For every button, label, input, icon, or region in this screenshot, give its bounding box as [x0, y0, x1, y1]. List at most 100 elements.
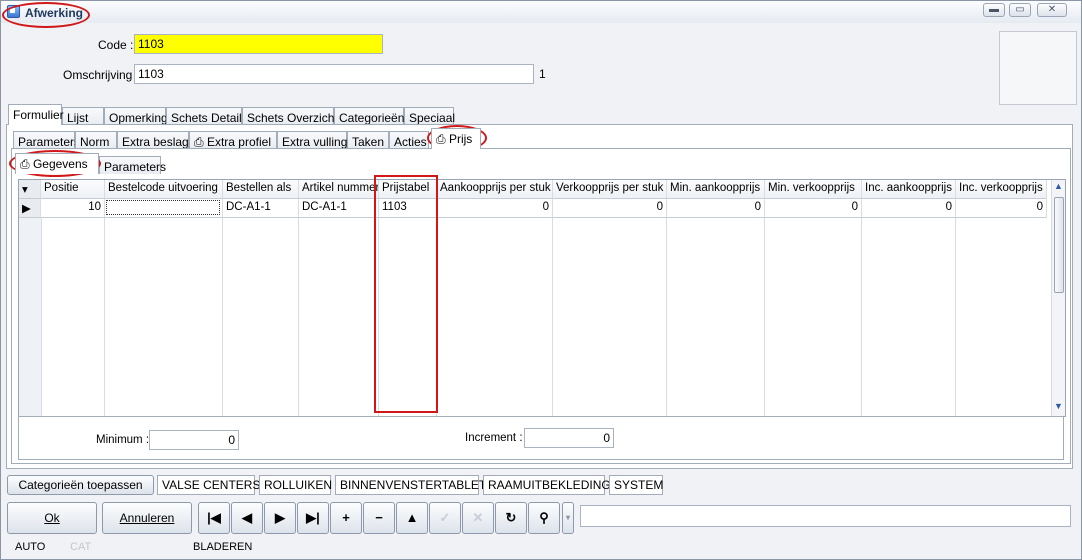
col-header-positie[interactable]: Positie	[41, 180, 105, 199]
category-system[interactable]: SYSTEM	[609, 475, 663, 495]
col-divider	[955, 218, 956, 416]
col-divider	[298, 218, 299, 416]
paperclip-icon: ⎙	[20, 157, 30, 171]
scroll-up-icon[interactable]: ▲	[1054, 181, 1063, 191]
tab-inner-parameters[interactable]: Parameters	[99, 156, 166, 174]
tab-parameters[interactable]: Parameters	[13, 131, 80, 149]
tab-norm[interactable]: Norm	[75, 131, 117, 149]
window-title: Afwerking	[25, 6, 84, 20]
cell-verkoopprijs[interactable]: 0	[553, 199, 667, 218]
col-divider	[222, 218, 223, 416]
increment-field[interactable]: 0	[524, 428, 614, 448]
col-header-bestelcode[interactable]: Bestelcode uitvoering	[105, 180, 223, 199]
paperclip-icon: ⎙	[436, 132, 446, 146]
tab-extra-profiel-label: Extra profiel	[206, 135, 271, 149]
minimum-field[interactable]: 0	[149, 430, 239, 450]
maximize-button[interactable]: ▭	[1009, 3, 1031, 17]
tab-formulier[interactable]: Formulier	[8, 104, 64, 125]
col-header-bestellen-als[interactable]: Bestellen als	[223, 180, 299, 199]
cell-inc-aankoopprijs[interactable]: 0	[862, 199, 956, 218]
col-header-min-aankoopprijs[interactable]: Min. aankoopprijs	[667, 180, 765, 199]
next-record-icon[interactable]: ▶	[264, 502, 296, 534]
col-header-inc-verkoopprijs[interactable]: Inc. verkoopprijs	[956, 180, 1047, 199]
col-divider	[436, 218, 437, 416]
cell-bestelcode[interactable]	[105, 199, 223, 218]
category-binnenvenstertablet[interactable]: BINNENVENSTERTABLET	[335, 475, 486, 495]
tab-lijst[interactable]: Lijst	[62, 107, 104, 125]
tab-categorieen[interactable]: Categorieën	[334, 107, 404, 125]
tab-gegevens[interactable]: ⎙ Gegevens	[15, 153, 99, 174]
status-state: BLADEREN	[193, 541, 253, 553]
col-header-inc-aankoopprijs[interactable]: Inc. aankoopprijs	[862, 180, 956, 199]
cell-bestellen-als[interactable]: DC-A1-1	[223, 199, 299, 218]
first-record-icon[interactable]: |◀	[198, 502, 230, 534]
tab-taken[interactable]: Taken	[347, 131, 389, 149]
cell-prijstabel[interactable]: 1103	[379, 199, 437, 218]
grid-vertical-scrollbar[interactable]: ▲ ▼	[1051, 180, 1065, 416]
command-input[interactable]	[580, 505, 1071, 527]
tab-schets-detail[interactable]: Schets Detail	[166, 107, 242, 125]
up-icon[interactable]: ▲	[396, 502, 428, 534]
image-preview	[999, 31, 1077, 105]
search-icon[interactable]: ⚲	[528, 502, 560, 534]
cancel-edit-icon: ✕	[462, 502, 494, 534]
row-indicator-icon[interactable]: ▶	[19, 199, 41, 218]
minimize-button[interactable]: ▬	[983, 3, 1005, 17]
cell-min-verkoopprijs[interactable]: 0	[765, 199, 862, 218]
tab-acties[interactable]: Acties	[389, 131, 429, 149]
category-rolluiken[interactable]: ROLLUIKEN	[259, 475, 332, 495]
col-header-aankoopprijs[interactable]: Aankoopprijs per stuk	[437, 180, 553, 199]
close-button[interactable]: ✕	[1037, 3, 1067, 17]
ok-button[interactable]: Ok	[7, 502, 97, 534]
col-divider	[764, 218, 765, 416]
last-record-icon[interactable]: ▶|	[297, 502, 329, 534]
scroll-down-icon[interactable]: ▼	[1054, 401, 1063, 411]
paperclip-icon: ⎙	[194, 135, 204, 149]
prev-record-icon[interactable]: ◀	[231, 502, 263, 534]
cell-min-aankoopprijs[interactable]: 0	[667, 199, 765, 218]
add-icon[interactable]: +	[330, 502, 362, 534]
grid-header-indicator: ▾	[19, 180, 41, 199]
app-icon	[7, 5, 20, 18]
annuleren-button[interactable]: Annuleren	[102, 502, 192, 534]
col-header-verkoopprijs[interactable]: Verkoopprijs per stuk	[553, 180, 667, 199]
omschrijving-count: 1	[539, 67, 546, 81]
tab-opmerking[interactable]: Opmerking	[104, 107, 168, 125]
col-header-artikel-nummer[interactable]: Artikel nummer	[299, 180, 379, 199]
tab-schets-overzicht[interactable]: Schets Overzicht	[242, 107, 338, 125]
col-divider	[104, 218, 105, 416]
col-header-min-verkoopprijs[interactable]: Min. verkoopprijs	[765, 180, 862, 199]
cell-aankoopprijs[interactable]: 0	[437, 199, 553, 218]
tab-extra-vulling[interactable]: Extra vulling	[277, 131, 347, 149]
title-bar: Afwerking ▬ ▭ ✕	[1, 1, 1081, 23]
tab-gegevens-label: Gegevens	[32, 157, 88, 171]
cell-inc-verkoopprijs[interactable]: 0	[956, 199, 1047, 218]
categorieen-toepassen-button[interactable]: Categorieën toepassen	[7, 475, 154, 495]
remove-icon[interactable]: −	[363, 502, 395, 534]
scrollbar-thumb[interactable]	[1054, 197, 1064, 293]
price-grid[interactable]: ▾ Positie Bestelcode uitvoering Bestelle…	[18, 179, 1066, 417]
dropdown-arrow-icon[interactable]: ▾	[562, 502, 574, 534]
tab-speciaal[interactable]: Speciaal	[404, 107, 455, 125]
tab-prijs-label: Prijs	[448, 132, 473, 146]
tab-extra-profiel[interactable]: ⎙ Extra profiel	[189, 131, 277, 149]
col-divider	[378, 218, 379, 416]
col-divider	[861, 218, 862, 416]
cell-focus-outline[interactable]	[106, 200, 220, 215]
category-raamuitbekleding[interactable]: RAAMUITBEKLEDING	[483, 475, 611, 495]
col-divider	[552, 218, 553, 416]
omschrijving-field[interactable]: 1103	[134, 64, 534, 84]
code-field[interactable]: 1103	[134, 34, 383, 54]
cell-artikel-nummer[interactable]: DC-A1-1	[299, 199, 379, 218]
col-header-prijstabel[interactable]: Prijstabel	[379, 180, 437, 199]
refresh-icon[interactable]: ↻	[495, 502, 527, 534]
category-valse-centers[interactable]: VALSE CENTERS	[157, 475, 260, 495]
status-cat: CAT	[70, 541, 92, 553]
tab-prijs[interactable]: ⎙ Prijs	[431, 128, 481, 149]
minimum-label: Minimum :	[96, 434, 150, 446]
row-indicator-column	[19, 218, 42, 416]
status-mode: AUTO	[15, 541, 46, 553]
tab-extra-beslag[interactable]: Extra beslag	[117, 131, 189, 149]
confirm-icon: ✓	[429, 502, 461, 534]
cell-positie[interactable]: 10	[41, 199, 105, 218]
